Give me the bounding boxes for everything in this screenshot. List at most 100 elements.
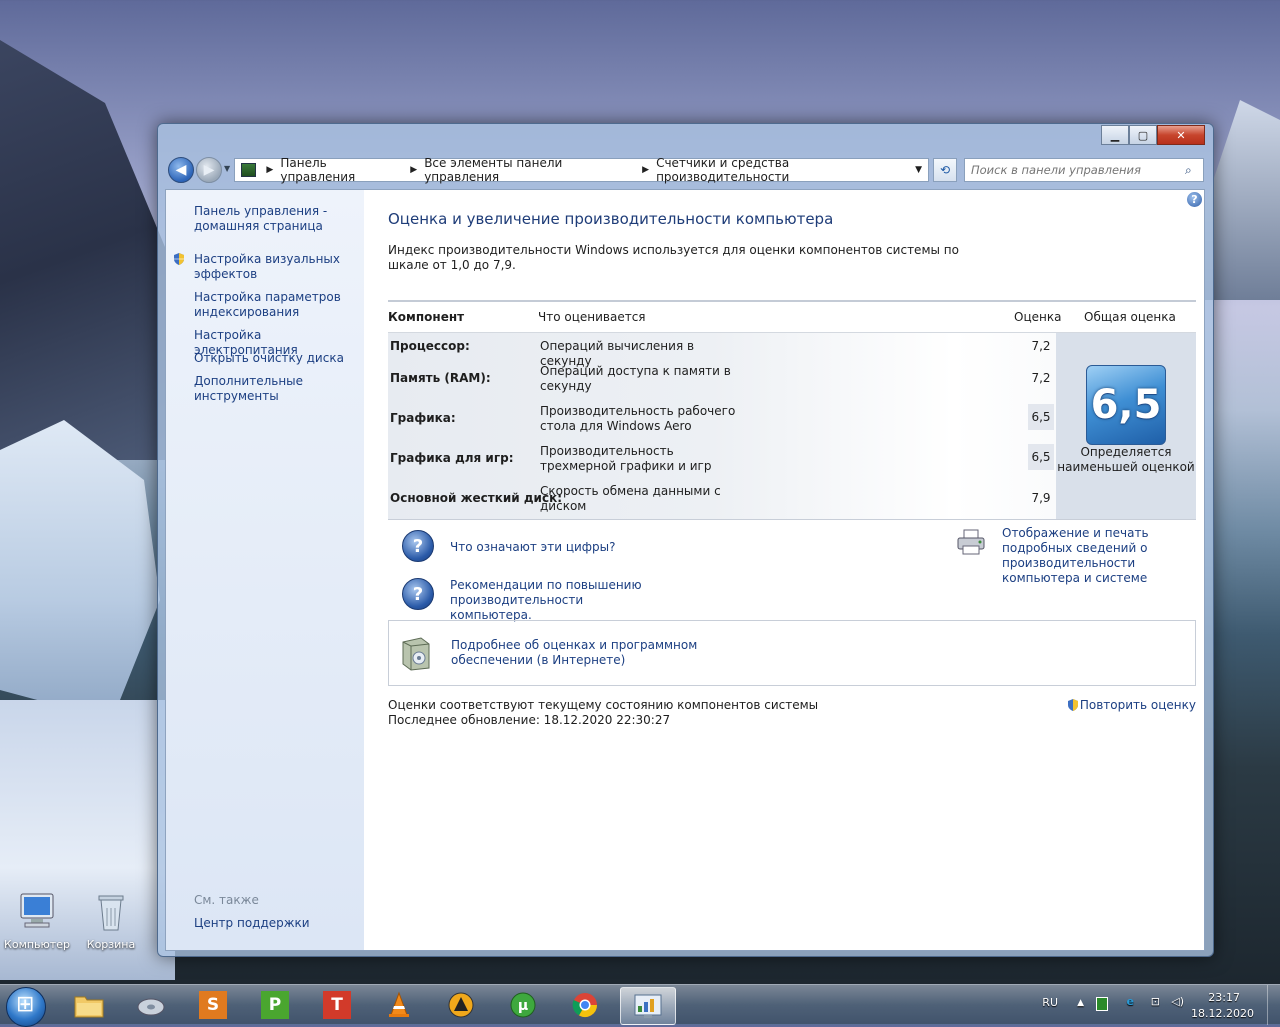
more-info-box: Подробнее об оценках и программном обесп…: [388, 620, 1196, 686]
taskbar-app-t[interactable]: T: [312, 987, 362, 1023]
row-score: 6,5: [1028, 404, 1054, 430]
last-update-text: Последнее обновление: 18.12.2020 22:30:2…: [388, 713, 671, 727]
table-row: Графика: Производительность рабочего сто…: [388, 404, 1056, 444]
ie-tray-icon[interactable]: e: [1127, 995, 1134, 1008]
taskbar-media-center[interactable]: [126, 987, 176, 1023]
app-p-icon: P: [261, 991, 289, 1019]
overall-score-panel: 6,5 Определяется наименьшей оценкой: [1056, 333, 1196, 519]
minimize-button[interactable]: ▁: [1101, 125, 1129, 145]
show-desktop-button[interactable]: [1267, 985, 1280, 1025]
more-info-link[interactable]: Подробнее об оценках и программном обесп…: [451, 638, 711, 668]
sidebar-item-visual-effects[interactable]: Настройка визуальных эффектов: [194, 252, 354, 282]
taskbar-app-s[interactable]: S: [188, 987, 238, 1023]
wallpaper-mountain: [0, 40, 175, 460]
page-title: Оценка и увеличение производительности к…: [388, 210, 834, 228]
desktop-icon-computer[interactable]: Компьютер: [0, 890, 74, 951]
folder-icon: [74, 996, 104, 1018]
taskbar-explorer[interactable]: [64, 987, 114, 1023]
clock-time[interactable]: 23:17: [1208, 991, 1240, 1004]
forward-button[interactable]: ▶: [196, 157, 222, 183]
header-what: Что оценивается: [538, 310, 646, 324]
history-dropdown-icon[interactable]: ▼: [224, 164, 230, 173]
what-numbers-link[interactable]: Что означают эти цифры?: [450, 540, 616, 555]
taskbar-chrome[interactable]: [560, 987, 610, 1023]
taskbar-control-panel[interactable]: [620, 987, 676, 1025]
main-content: ? Оценка и увеличение производительности…: [388, 190, 1202, 950]
window-controls: ▁ ▢ ✕: [1101, 125, 1205, 145]
sidebar-item-advanced-tools[interactable]: Дополнительные инструменты: [194, 374, 354, 404]
header-score: Оценка: [1014, 310, 1062, 324]
utorrent-icon: µ: [510, 992, 536, 1018]
overall-score-note: Определяется наименьшей оценкой: [1057, 445, 1195, 474]
disc-drive-icon: [137, 998, 165, 1016]
row-component: Графика:: [390, 411, 456, 425]
question-icon: ?: [402, 578, 434, 610]
sidebar-item-indexing[interactable]: Настройка параметров индексирования: [194, 290, 354, 320]
taskbar-utorrent[interactable]: µ: [498, 987, 548, 1023]
window-body: Панель управления - домашняя страница На…: [165, 189, 1205, 951]
volume-icon[interactable]: ◁): [1171, 995, 1184, 1008]
score-table: Компонент Что оценивается Оценка Общая о…: [388, 300, 1196, 520]
address-bar[interactable]: ▶ Панель управления ▶ Все элементы панел…: [234, 156, 929, 184]
recycle-bin-icon: [89, 890, 133, 934]
vlc-cone-icon: [389, 991, 409, 1017]
row-component: Основной жесткий диск:: [390, 491, 563, 505]
breadcrumb-all-items[interactable]: Все элементы панели управления: [424, 156, 632, 184]
shield-icon: [1067, 699, 1078, 711]
app-t-icon: T: [323, 991, 351, 1019]
back-button[interactable]: ◀: [168, 157, 194, 183]
control-panel-icon: [241, 163, 257, 177]
repeat-assessment-label: Повторить оценку: [1079, 698, 1196, 712]
row-score: 7,2: [1031, 371, 1051, 385]
help-icon[interactable]: ?: [1187, 192, 1202, 207]
performance-monitor-icon: [634, 994, 662, 1018]
close-button[interactable]: ✕: [1157, 125, 1205, 145]
breadcrumb-control-panel[interactable]: Панель управления: [280, 156, 400, 184]
shield-icon: [174, 253, 184, 265]
table-row: Память (RAM): Операций доступа к памяти …: [388, 364, 1056, 404]
network-icon[interactable]: ⊡: [1151, 995, 1160, 1008]
clock-date[interactable]: 18.12.2020: [1191, 1007, 1254, 1020]
row-component: Процессор:: [390, 339, 470, 353]
breadcrumb-separator-icon[interactable]: ▶: [410, 165, 417, 175]
desktop-icon-recycle-bin[interactable]: Корзина: [74, 890, 148, 951]
breadcrumb-performance[interactable]: Счетчики и средства производительности: [656, 156, 915, 184]
taskbar-aimp[interactable]: [436, 987, 486, 1023]
overall-score-badge: 6,5: [1086, 365, 1166, 445]
search-box: ⌕: [964, 158, 1204, 182]
recommendations-link[interactable]: Рекомендации по повышению производительн…: [450, 578, 650, 623]
tray-green-icon[interactable]: [1096, 997, 1108, 1011]
taskbar-vlc[interactable]: [374, 987, 424, 1023]
taskbar-app-p[interactable]: P: [250, 987, 300, 1023]
sidebar: Панель управления - домашняя страница На…: [166, 190, 364, 950]
start-button[interactable]: [6, 987, 46, 1027]
table-row: Основной жесткий диск: Скорость обмена д…: [388, 484, 1056, 524]
chrome-icon: [572, 993, 597, 1018]
breadcrumb-separator-icon[interactable]: ▶: [266, 165, 273, 175]
print-details-link[interactable]: Отображение и печать подробных сведений …: [1002, 526, 1198, 586]
search-input[interactable]: [965, 162, 1185, 178]
repeat-assessment-link[interactable]: Повторить оценку: [1066, 698, 1196, 712]
question-icon: ?: [402, 530, 434, 562]
row-what: Операций доступа к памяти в секунду: [540, 364, 731, 393]
refresh-icon: ⟲: [939, 163, 951, 177]
search-icon[interactable]: ⌕: [1185, 163, 1203, 178]
row-score: 6,5: [1028, 444, 1054, 470]
refresh-button[interactable]: ⟲: [933, 158, 957, 182]
wallpaper-ice: [0, 420, 160, 720]
svg-text:µ: µ: [518, 998, 528, 1014]
app-s-icon: S: [199, 991, 227, 1019]
forward-arrow-icon: ▶: [203, 162, 215, 178]
sidebar-item-disk-cleanup[interactable]: Открыть очистку диска: [194, 351, 354, 366]
row-what: Производительность трехмерной графики и …: [540, 444, 712, 473]
header-overall: Общая оценка: [1084, 310, 1176, 324]
language-indicator[interactable]: RU: [1042, 996, 1058, 1009]
maximize-button[interactable]: ▢: [1129, 125, 1157, 145]
show-hidden-icons[interactable]: ▲: [1077, 998, 1084, 1008]
address-dropdown-icon[interactable]: ▼: [915, 165, 922, 175]
navigation-bar: ◀ ▶ ▼ ▶ Панель управления ▶ Все элементы…: [166, 156, 1205, 185]
breadcrumb-separator-icon[interactable]: ▶: [642, 165, 649, 175]
sidebar-item-action-center[interactable]: Центр поддержки: [194, 916, 310, 930]
row-component: Графика для игр:: [390, 451, 514, 465]
sidebar-item-home[interactable]: Панель управления - домашняя страница: [194, 204, 354, 234]
